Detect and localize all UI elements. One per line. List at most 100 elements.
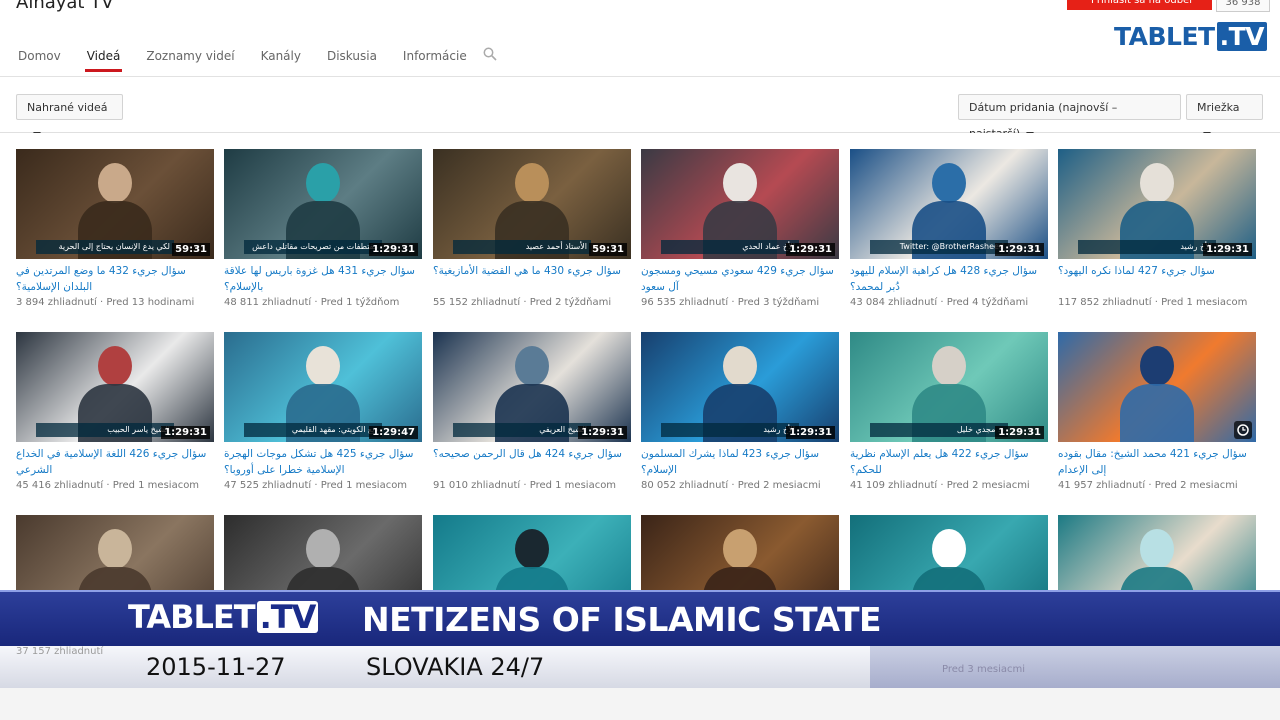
banner-headline: NETIZENS OF ISLAMIC STATE	[362, 600, 882, 639]
channel-name[interactable]: Alhayat TV	[16, 0, 114, 13]
video-thumbnail[interactable]: الأستاذ أحمد عصيد 59:31	[433, 149, 631, 259]
video-views: 3 894 zhliadnutí	[16, 297, 97, 308]
subscribe-button[interactable]: Prihlásiť sa na odber	[1067, 0, 1212, 10]
video-thumbnail[interactable]	[1058, 332, 1256, 442]
thumbnail-caption: ذيع الكويتي: مقهد القليمي	[244, 423, 382, 437]
video-views: 91 010 zhliadnutí	[433, 480, 521, 491]
video-toolbar: Nahrané videá Dátum pridania (najnovší –…	[0, 77, 1280, 140]
video-thumbnail[interactable]: الأخ عماد الحدي 1:29:31	[641, 149, 839, 259]
video-meta: 47 525 zhliadnutí · Pred 1 mesiacom	[224, 480, 408, 491]
video-title[interactable]: سؤال جريء 423 لماذا يشرك المسلمون الإسلا…	[641, 446, 839, 478]
search-icon[interactable]	[483, 47, 497, 61]
video-title[interactable]: سؤال جريء 425 هل تشكل موجات الهجرة الإسل…	[224, 446, 422, 478]
video-duration: 1:29:31	[786, 426, 835, 439]
video-duration: 1:29:31	[369, 243, 418, 256]
video-views: 41 109 zhliadnutí	[850, 480, 938, 491]
video-thumbnail[interactable]: د. مجدي خليل 1:29:31	[850, 332, 1048, 442]
video-age: Pred 1 týždňom	[320, 297, 400, 308]
video-title[interactable]: سؤال جريء 428 هل كراهية الإسلام لليهود د…	[850, 263, 1048, 295]
banner-logo-name: TABLET	[128, 598, 256, 636]
video-age: Pred 1 mesiacom	[112, 480, 200, 491]
news-lower-third: 37 157 zhliadnutí Pred 3 mesiacmi TABLET…	[0, 590, 1280, 688]
video-thumbnail[interactable]: الأخ رشيد 1:29:31	[641, 332, 839, 442]
video-meta: 117 852 zhliadnutí · Pred 1 mesiacom	[1058, 297, 1248, 308]
video-duration: 1:29:31	[995, 426, 1044, 439]
video-meta: 48 811 zhliadnutí · Pred 1 týždňom	[224, 297, 400, 308]
video-age: Pred 2 mesiacmi	[1154, 480, 1238, 491]
sort-dropdown[interactable]: Dátum pridania (najnovší – najstarší)	[958, 94, 1181, 140]
video-age: Pred 1 mesiacom	[320, 480, 408, 491]
next-row-strip	[0, 688, 1280, 720]
thumbnail-caption: الشيخ ياسر الحبيب	[36, 423, 174, 437]
video-title[interactable]: سؤال جريء 431 هل غزوة باريس لها علاقة با…	[224, 263, 422, 295]
video-views: 80 052 zhliadnutí	[641, 480, 729, 491]
video-title[interactable]: سؤال جريء 421 محمد الشيخ: مقال بقوده إلى…	[1058, 446, 1256, 478]
tab-discussion[interactable]: Diskusia	[327, 46, 377, 74]
channel-tabs: Domov Videá Zoznamy videí Kanály Diskusi…	[18, 46, 493, 74]
tab-videos[interactable]: Videá	[84, 46, 122, 74]
video-thumbnail[interactable]: لكي يدع الإنسان يحتاج إلى الحرية 59:31	[16, 149, 214, 259]
tablet-tv-watermark: TABLET .TV	[1114, 22, 1267, 51]
watermark-suffix: .TV	[1216, 22, 1267, 51]
video-duration: 1:29:47	[369, 426, 418, 439]
video-age: Pred 2 týždňami	[529, 297, 612, 308]
video-views: 55 152 zhliadnutí	[433, 297, 521, 308]
banner-logo: TABLET .TV	[128, 598, 319, 636]
video-meta: 41 109 zhliadnutí · Pred 2 mesiacmi	[850, 480, 1030, 491]
video-views: 43 084 zhliadnutí	[850, 297, 938, 308]
video-age: Pred 1 mesiacom	[529, 480, 617, 491]
thumbnail-caption: الأخ رشيد	[1078, 240, 1216, 254]
video-duration: 1:29:31	[786, 243, 835, 256]
banner-logo-suffix: .TV	[256, 601, 319, 633]
video-thumbnail[interactable]: الشيخ ياسر الحبيب 1:29:31	[16, 332, 214, 442]
tab-about[interactable]: Informácie	[403, 46, 467, 74]
video-title[interactable]: سؤال جريء 427 لماذا نكره اليهود؟	[1058, 263, 1256, 279]
video-age: Pred 13 hodinami	[106, 297, 195, 308]
video-title[interactable]: سؤال جريء 426 اللغة الإسلامية في الخداع …	[16, 446, 214, 478]
video-thumbnail[interactable]: الشيخ العريفي 1:29:31	[433, 332, 631, 442]
channel-header: Alhayat TV Prihlásiť sa na odber 36 938 …	[0, 0, 1280, 77]
video-title[interactable]: سؤال جريء 430 ما هي القضية الأمازيغية؟	[433, 263, 631, 279]
video-meta: 55 152 zhliadnutí · Pred 2 týždňami	[433, 297, 612, 308]
video-meta: 45 416 zhliadnutí · Pred 1 mesiacom	[16, 480, 200, 491]
youtube-channel-page: Alhayat TV Prihlásiť sa na odber 36 938 …	[0, 0, 1280, 720]
video-title[interactable]: سؤال جريء 422 هل يعلم الإسلام نظرية للحك…	[850, 446, 1048, 478]
watch-later-icon[interactable]	[1234, 421, 1252, 439]
banner-location: SLOVAKIA 24/7	[366, 653, 545, 681]
tab-home[interactable]: Domov	[18, 46, 61, 74]
subscriber-count: 36 938	[1216, 0, 1270, 12]
video-title[interactable]: سؤال جريء 429 سعودي مسيحي ومسجون آل سعود	[641, 263, 839, 295]
view-mode-dropdown[interactable]: Mriežka	[1186, 94, 1263, 137]
video-age: Pred 3 týždňami	[737, 297, 820, 308]
video-thumbnail[interactable]: مقتطفات من تصريحات مقاتلي داعش 1:29:31	[224, 149, 422, 259]
video-duration: 1:29:31	[578, 426, 627, 439]
banner-date: 2015-11-27	[146, 653, 286, 681]
video-views: 41 957 zhliadnutí	[1058, 480, 1146, 491]
video-duration: 1:29:31	[995, 243, 1044, 256]
video-title[interactable]: سؤال جريء 432 ما وضع المرتدين في البلدان…	[16, 263, 214, 295]
thumbnail-caption: الأستاذ أحمد عصيد	[453, 240, 591, 254]
video-duration: 59:31	[589, 243, 627, 256]
partial-age-right: Pred 3 mesiacmi	[942, 664, 1025, 675]
video-thumbnail[interactable]: Twitter: @BrotherRasheed 1:29:31	[850, 149, 1048, 259]
video-title[interactable]: سؤال جريء 424 هل قال الرحمن صحيحه؟	[433, 446, 631, 462]
partial-views-left: 37 157 zhliadnutí	[16, 646, 104, 657]
tab-playlists[interactable]: Zoznamy videí	[146, 46, 234, 74]
thumbnail-caption: الأخ عماد الحدي	[661, 240, 799, 254]
video-views: 47 525 zhliadnutí	[224, 480, 312, 491]
uploads-filter-dropdown[interactable]: Nahrané videá	[16, 94, 123, 137]
thumbnail-caption: لكي يدع الإنسان يحتاج إلى الحرية	[36, 240, 174, 254]
thumbnail-caption: الأخ رشيد	[661, 423, 799, 437]
view-mode-label: Mriežka	[1197, 101, 1240, 114]
video-thumbnail[interactable]: ذيع الكويتي: مقهد القليمي 1:29:47	[224, 332, 422, 442]
video-meta: 96 535 zhliadnutí · Pred 3 týždňami	[641, 297, 820, 308]
video-thumbnail[interactable]: الأخ رشيد 1:29:31	[1058, 149, 1256, 259]
video-meta: 3 894 zhliadnutí · Pred 13 hodinami	[16, 297, 195, 308]
video-meta: 80 052 zhliadnutí · Pred 2 mesiacmi	[641, 480, 821, 491]
video-duration: 1:29:31	[161, 426, 210, 439]
video-meta: 41 957 zhliadnutí · Pred 2 mesiacmi	[1058, 480, 1238, 491]
uploads-filter-label: Nahrané videá	[27, 101, 108, 114]
thumbnail-caption: د. مجدي خليل	[870, 423, 1008, 437]
tab-channels[interactable]: Kanály	[261, 46, 301, 74]
video-meta: 43 084 zhliadnutí · Pred 4 týždňami	[850, 297, 1029, 308]
